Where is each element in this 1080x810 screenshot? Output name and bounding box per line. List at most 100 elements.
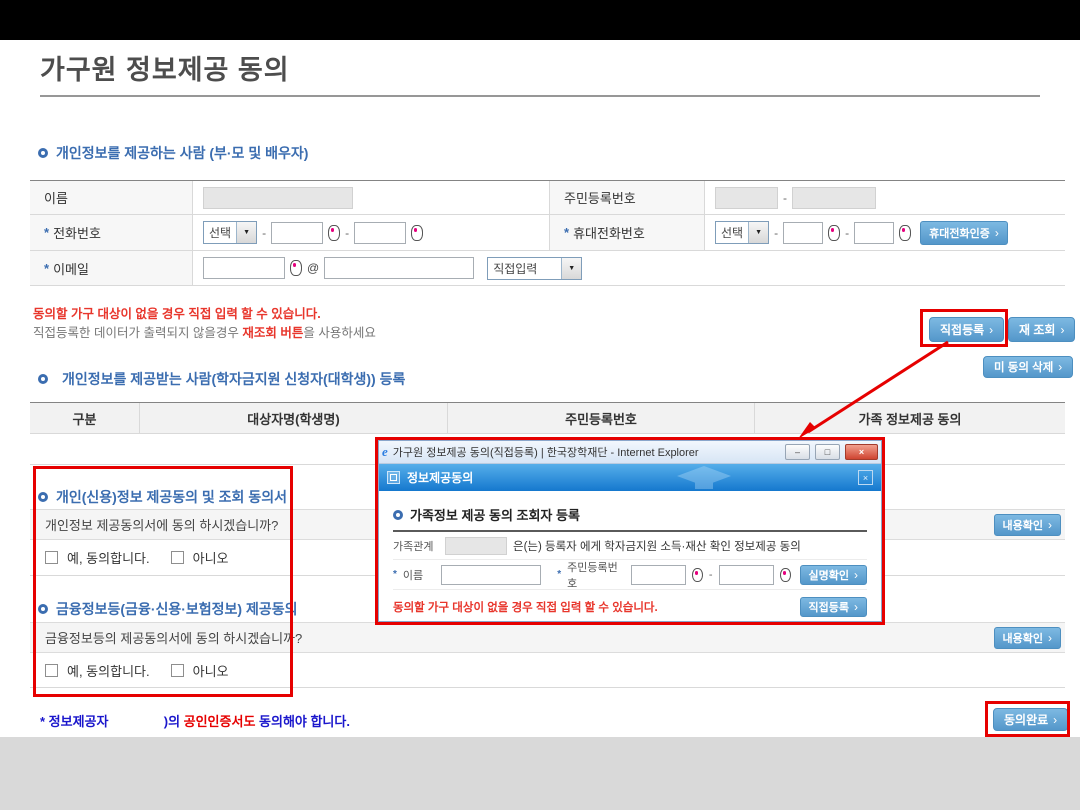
- financial-consent-question-band: 금융정보등의 제공동의서에 동의 하시겠습니까? 내용확인 ›: [30, 622, 1065, 653]
- notice-line2-highlight: 재조회 버튼: [242, 326, 303, 340]
- popup-direct-register-button[interactable]: 직접등록 ›: [800, 597, 867, 617]
- popup-header-bar: 정보제공동의 ×: [379, 464, 881, 491]
- chevron-right-icon: ›: [989, 323, 993, 337]
- financial-no-checkbox[interactable]: [171, 664, 184, 677]
- mobile-label: 휴대전화번호: [573, 223, 645, 242]
- recipients-header-row: 구분 대상자명(학생명) 주민등록번호 가족 정보제공 동의: [30, 403, 1065, 434]
- relation-row: 가족관계 은(는) 등록자 에게 학자금지원 소득·재산 확인 정보제공 동의: [393, 532, 867, 560]
- required-mark: *: [393, 569, 397, 580]
- phone-label: 전화번호: [53, 223, 101, 242]
- footer-note-paren: )의: [164, 714, 184, 729]
- chevron-right-icon: ›: [1048, 518, 1052, 532]
- verify-name-button[interactable]: 실명확인 ›: [800, 565, 867, 585]
- col-header-label: 대상자명(학생명): [247, 409, 339, 428]
- button-label: 직접등록: [809, 599, 849, 615]
- financial-consent-title: 금융정보등(금융·신용·보험정보) 제공동의: [56, 599, 298, 619]
- bottom-gray-bar: [0, 737, 1080, 810]
- phone-prefix-select[interactable]: 선택 ▼: [203, 221, 257, 244]
- required-mark: *: [557, 569, 561, 580]
- name-label-cell: 이름: [30, 181, 193, 214]
- providers-section-header: 개인정보를 제공하는 사람 (부·모 및 배우자): [38, 143, 308, 163]
- chevron-down-icon[interactable]: ▼: [236, 222, 256, 243]
- relation-suffix-text: 은(는) 등록자 에게 학자금지원 소득·재산 확인 정보제공 동의: [513, 538, 801, 554]
- personal-content-check-button[interactable]: 내용확인 ›: [994, 514, 1061, 536]
- virtual-keypad-mouse-icon[interactable]: [290, 260, 302, 276]
- mobile-verify-button[interactable]: 휴대전화인증 ›: [920, 221, 1008, 245]
- popup-rrn-label: 주민등록번호: [567, 559, 625, 591]
- col-header-label: 가족 정보제공 동의: [859, 409, 962, 428]
- button-label: 직접등록: [940, 321, 984, 338]
- col-header: 대상자명(학생명): [140, 403, 448, 433]
- virtual-keypad-mouse-icon[interactable]: [411, 225, 423, 241]
- virtual-keypad-mouse-icon[interactable]: [899, 225, 911, 241]
- name-masked-input: [203, 187, 353, 209]
- virtual-keypad-mouse-icon[interactable]: [780, 568, 791, 582]
- rrn-front-masked-input: [715, 187, 778, 209]
- notice-line1: 동의할 가구 대상이 없을 경우 직접 입력 할 수 있습니다.: [33, 303, 321, 322]
- email-domain-input[interactable]: [324, 257, 474, 279]
- email-id-input[interactable]: [203, 257, 285, 279]
- personal-no-checkbox[interactable]: [171, 551, 184, 564]
- mobile-last-input[interactable]: [854, 222, 894, 244]
- financial-yes-checkbox[interactable]: [45, 664, 58, 677]
- popup-header-title: 정보제공동의: [407, 469, 473, 486]
- page-title: 가구원 정보제공 동의: [40, 48, 290, 87]
- popup-name-input[interactable]: [441, 565, 541, 585]
- mobile-mid-input[interactable]: [783, 222, 823, 244]
- personal-consent-title: 개인(신용)정보 제공동의 및 조회 동의서: [56, 487, 287, 507]
- chevron-right-icon: ›: [1048, 631, 1052, 645]
- dash-separator: -: [262, 226, 266, 240]
- minimize-button[interactable]: –: [785, 444, 810, 460]
- footer-note-prefix: * 정보제공자: [40, 714, 108, 729]
- popup-rrn-back-input[interactable]: [719, 565, 774, 585]
- phone-last-input[interactable]: [354, 222, 406, 244]
- button-label: 내용확인: [1003, 630, 1043, 646]
- required-mark: *: [564, 225, 569, 240]
- virtual-keypad-mouse-icon[interactable]: [328, 225, 340, 241]
- virtual-keypad-mouse-icon[interactable]: [828, 225, 840, 241]
- email-domain-select[interactable]: 직접입력 ▼: [487, 257, 582, 280]
- popup-rrn-front-input[interactable]: [631, 565, 686, 585]
- close-icon: ×: [859, 447, 864, 457]
- phone-mid-input[interactable]: [271, 222, 323, 244]
- button-label: 동의완료: [1004, 711, 1048, 728]
- delete-nonconsent-button[interactable]: 미 동의 삭제 ›: [983, 356, 1073, 378]
- relation-masked-input: [445, 537, 507, 555]
- identity-row: * 이름 * 주민등록번호 - 실명확인 ›: [393, 560, 867, 590]
- popup-notice-text: 동의할 가구 대상이 없을 경우 직접 입력 할 수 있습니다.: [393, 599, 658, 615]
- page: 가구원 정보제공 동의 개인정보를 제공하는 사람 (부·모 및 배우자) 이름…: [0, 0, 1080, 810]
- popup-notice-row: 동의할 가구 대상이 없을 경우 직접 입력 할 수 있습니다. 직접등록 ›: [393, 597, 867, 617]
- direct-register-button[interactable]: 직접등록 ›: [929, 317, 1004, 342]
- virtual-keypad-mouse-icon[interactable]: [692, 568, 703, 582]
- requery-button[interactable]: 재 조회 ›: [1008, 317, 1075, 342]
- internet-explorer-icon: e: [382, 444, 388, 460]
- relation-label: 가족관계: [393, 538, 439, 554]
- col-header: 가족 정보제공 동의: [755, 403, 1065, 433]
- section-bullet-icon: [393, 510, 403, 520]
- restore-button[interactable]: □: [815, 444, 840, 460]
- document-icon: [387, 471, 400, 484]
- close-icon: ×: [863, 473, 868, 483]
- section-bullet-icon: [38, 374, 48, 384]
- name-value-cell: [193, 181, 550, 214]
- phone-label-cell: * 전화번호: [30, 215, 193, 250]
- mobile-prefix-select[interactable]: 선택 ▼: [715, 221, 769, 244]
- mobile-value-cell: 선택 ▼ - - 휴대전화인증 ›: [705, 215, 1065, 250]
- chevron-down-icon[interactable]: ▼: [561, 258, 581, 279]
- popup-close-icon[interactable]: ×: [858, 470, 873, 485]
- notice-line2: 직접등록한 데이터가 출력되지 않을경우 재조회 버튼을 사용하세요: [33, 322, 376, 341]
- button-label: 휴대전화인증: [929, 225, 990, 241]
- personal-yes-checkbox[interactable]: [45, 551, 58, 564]
- notice-line2-prefix: 직접등록한 데이터가 출력되지 않을경우: [33, 326, 242, 340]
- close-button[interactable]: ×: [845, 444, 878, 460]
- financial-content-check-button[interactable]: 내용확인 ›: [994, 627, 1061, 649]
- button-label: 재 조회: [1019, 321, 1055, 338]
- dash-separator: -: [774, 226, 778, 240]
- popup-titlebar[interactable]: e 가구원 정보제공 동의(직접등록) | 한국장학재단 - Internet …: [379, 441, 881, 464]
- popup-window: e 가구원 정보제공 동의(직접등록) | 한국장학재단 - Internet …: [375, 437, 885, 625]
- button-label: 내용확인: [1003, 517, 1043, 533]
- top-black-bar: [0, 0, 1080, 40]
- chevron-down-icon[interactable]: ▼: [748, 222, 768, 243]
- consent-complete-button[interactable]: 동의완료 ›: [993, 708, 1068, 731]
- chevron-right-icon: ›: [1058, 360, 1062, 374]
